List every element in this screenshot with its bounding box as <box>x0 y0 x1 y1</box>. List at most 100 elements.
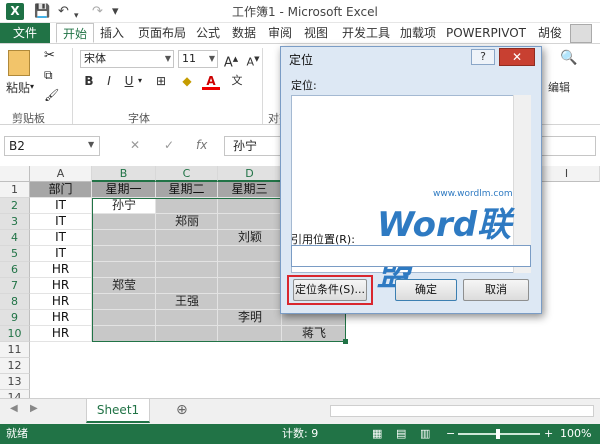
user-avatar[interactable] <box>570 24 592 43</box>
column-header-b[interactable]: B <box>92 166 156 182</box>
zoom-slider-thumb[interactable] <box>496 429 500 439</box>
bold-button[interactable]: B <box>80 72 98 90</box>
reference-input[interactable] <box>291 245 531 267</box>
horizontal-scrollbar[interactable] <box>330 405 594 417</box>
tab-review[interactable]: 审阅 <box>262 23 298 43</box>
tab-data[interactable]: 数据 <box>226 23 262 43</box>
department-cell[interactable]: IT <box>30 214 92 230</box>
zoom-in-icon[interactable]: + <box>544 424 553 444</box>
column-header-a[interactable]: A <box>30 166 92 182</box>
row-header-1[interactable]: 1 <box>0 182 30 198</box>
tab-powerpivot[interactable]: POWERPIVOT <box>440 23 532 43</box>
row-header-9[interactable]: 9 <box>0 310 30 326</box>
department-cell[interactable]: HR <box>30 326 92 342</box>
row-header-5[interactable]: 5 <box>0 246 30 262</box>
borders-icon[interactable]: ⊞ <box>152 72 170 90</box>
customize-qat-icon[interactable]: ▾ <box>112 4 119 20</box>
normal-view-icon[interactable]: ▦ <box>372 424 382 444</box>
row-header-8[interactable]: 8 <box>0 294 30 310</box>
row-header-12[interactable]: 12 <box>0 358 30 374</box>
tab-user[interactable]: 胡俊 <box>532 23 568 43</box>
format-painter-icon[interactable]: 🖌 <box>44 88 59 102</box>
scroll-left-icon[interactable]: ◀ <box>10 403 18 414</box>
cut-icon[interactable]: ✂ <box>44 48 55 63</box>
fill-color-icon[interactable]: ◆ <box>178 72 196 90</box>
row-header-2[interactable]: 2 <box>0 198 30 214</box>
status-count: 计数: 9 <box>282 427 319 440</box>
row-header-13[interactable]: 13 <box>0 374 30 390</box>
column-header-c[interactable]: C <box>156 166 218 182</box>
enter-icon[interactable]: ✓ <box>164 138 174 152</box>
chevron-down-icon: ▼ <box>208 54 215 63</box>
select-all-corner[interactable] <box>0 166 30 182</box>
special-button[interactable]: 定位条件(S)... <box>293 279 367 301</box>
chevron-down-icon: ▼ <box>164 54 171 63</box>
header-cell[interactable]: 星期二 <box>156 182 218 198</box>
row-header-4[interactable]: 4 <box>0 230 30 246</box>
ribbon-tabs: 文件 开始 插入 页面布局 公式 数据 审阅 视图 开发工具 加载项 POWER… <box>0 23 600 43</box>
tab-view[interactable]: 视图 <box>298 23 334 43</box>
department-cell[interactable]: IT <box>30 246 92 262</box>
row-header-10[interactable]: 10 <box>0 326 30 342</box>
department-cell[interactable]: HR <box>30 278 92 294</box>
copy-icon[interactable]: ⧉ <box>44 68 53 83</box>
page-layout-view-icon[interactable]: ▤ <box>396 424 406 444</box>
department-cell[interactable]: IT <box>30 230 92 246</box>
header-cell[interactable]: 星期一 <box>92 182 156 198</box>
undo-dropdown-icon[interactable]: ▾ <box>74 8 79 24</box>
tab-page-layout[interactable]: 页面布局 <box>132 23 192 43</box>
help-button[interactable]: ? <box>471 49 495 65</box>
department-cell[interactable]: HR <box>30 310 92 326</box>
zoom-level[interactable]: 100% <box>560 424 591 444</box>
dialog-title: 定位 <box>289 53 314 67</box>
paste-label[interactable]: 粘贴 <box>6 80 30 96</box>
tab-file[interactable]: 文件 <box>0 23 50 43</box>
tab-addins[interactable]: 加载项 <box>394 23 442 43</box>
sheet-tab[interactable]: Sheet1 <box>86 399 150 423</box>
font-name-combo[interactable]: 宋体 ▼ <box>80 50 174 68</box>
redo-icon[interactable]: ↷ <box>92 4 103 20</box>
fill-handle[interactable] <box>343 339 348 344</box>
shrink-font-icon[interactable]: A▼ <box>244 50 262 69</box>
department-cell[interactable]: HR <box>30 294 92 310</box>
underline-button[interactable]: U <box>120 72 138 90</box>
insert-function-button[interactable]: fx <box>196 138 207 152</box>
column-header-d[interactable]: D <box>218 166 282 182</box>
paste-dropdown-icon[interactable]: ▾ <box>30 82 34 91</box>
page-break-view-icon[interactable]: ▥ <box>420 424 430 444</box>
name-box[interactable]: B2 <box>4 136 100 156</box>
font-color-icon[interactable]: A <box>202 72 220 90</box>
underline-dropdown-icon[interactable]: ▾ <box>138 76 142 85</box>
ok-button[interactable]: 确定 <box>395 279 457 301</box>
row-header-6[interactable]: 6 <box>0 262 30 278</box>
undo-icon[interactable]: ↶ <box>58 4 69 20</box>
zoom-out-icon[interactable]: − <box>446 424 455 444</box>
cancel-button[interactable]: 取消 <box>463 279 529 301</box>
find-select-icon[interactable]: 🔍 <box>560 50 577 66</box>
sheet-tab-bar: ◀ ▶ Sheet1 ⊕ <box>0 398 600 424</box>
header-cell[interactable]: 部门 <box>30 182 92 198</box>
tab-insert[interactable]: 插入 <box>94 23 130 43</box>
font-size-combo[interactable]: 11 ▼ <box>178 50 218 68</box>
department-cell[interactable]: HR <box>30 262 92 278</box>
row-header-11[interactable]: 11 <box>0 342 30 358</box>
tab-developer[interactable]: 开发工具 <box>336 23 396 43</box>
tab-home[interactable]: 开始 <box>56 23 95 43</box>
header-cell[interactable]: 星期三 <box>218 182 282 198</box>
grow-font-icon[interactable]: A▲ <box>222 50 240 70</box>
tab-formulas[interactable]: 公式 <box>190 23 226 43</box>
row-header-3[interactable]: 3 <box>0 214 30 230</box>
row-header-7[interactable]: 7 <box>0 278 30 294</box>
wen-phonetic-button[interactable]: 文 <box>228 72 246 90</box>
save-icon[interactable]: 💾 <box>34 4 50 20</box>
department-cell[interactable]: IT <box>30 198 92 214</box>
column-header-i[interactable]: I <box>534 166 600 182</box>
cancel-icon[interactable]: ✕ <box>130 138 140 152</box>
italic-button[interactable]: I <box>100 72 118 90</box>
font-group-label: 字体 <box>128 112 150 125</box>
add-sheet-icon[interactable]: ⊕ <box>176 402 188 418</box>
close-button[interactable]: ✕ <box>499 48 535 66</box>
name-box-dropdown-icon[interactable]: ▼ <box>88 140 94 149</box>
scroll-right-icon[interactable]: ▶ <box>30 403 38 414</box>
paste-icon[interactable] <box>8 50 30 76</box>
